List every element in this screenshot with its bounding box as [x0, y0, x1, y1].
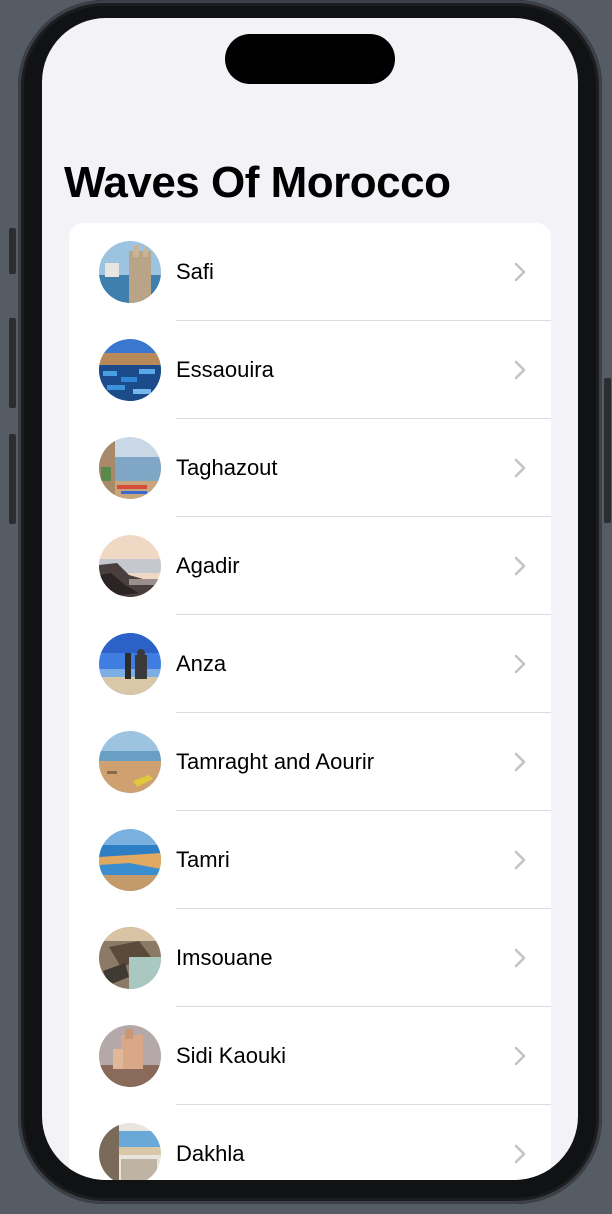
- spot-thumbnail: [99, 927, 161, 989]
- page-title: Waves Of Morocco: [64, 158, 451, 207]
- spot-thumbnail: [99, 1025, 161, 1087]
- spot-thumbnail: [99, 1123, 161, 1180]
- spot-name: Sidi Kaouki: [176, 1043, 287, 1068]
- spot-thumbnail: [99, 437, 161, 499]
- spot-name: Essaouira: [176, 357, 274, 382]
- spot-name: Taghazout: [176, 455, 278, 480]
- chevron-right-icon: [514, 948, 526, 968]
- chevron-right-icon: [514, 556, 526, 576]
- chevron-right-icon: [514, 360, 526, 380]
- list-item-essaouira[interactable]: Essaouira: [69, 321, 551, 419]
- list-item-agadir[interactable]: Agadir: [69, 517, 551, 615]
- list-item-safi[interactable]: Safi: [69, 223, 551, 321]
- list-item-tamraght-and-aourir[interactable]: Tamraght and Aourir: [69, 713, 551, 811]
- volume-up-button: [9, 318, 16, 408]
- list-item-dakhla[interactable]: Dakhla: [69, 1105, 551, 1180]
- spot-name: Tamraght and Aourir: [176, 749, 375, 774]
- volume-down-button: [9, 434, 16, 524]
- power-button: [604, 378, 611, 523]
- spot-thumbnail: [99, 535, 161, 597]
- chevron-right-icon: [514, 850, 526, 870]
- spot-name: Agadir: [176, 553, 240, 578]
- chevron-right-icon: [514, 458, 526, 478]
- spot-thumbnail: [99, 339, 161, 401]
- list-item-anza[interactable]: Anza: [69, 615, 551, 713]
- spot-name: Imsouane: [176, 945, 273, 970]
- spot-name: Tamri: [176, 847, 230, 872]
- chevron-right-icon: [514, 262, 526, 282]
- spot-name: Safi: [176, 259, 214, 284]
- spot-thumbnail: [99, 633, 161, 695]
- list-item-taghazout[interactable]: Taghazout: [69, 419, 551, 517]
- spots-list: Safi Essaouira Taghazout Agadir Anza Tam…: [69, 223, 551, 1180]
- spot-name: Anza: [176, 651, 227, 676]
- dynamic-island: [225, 34, 395, 84]
- spot-name: Dakhla: [176, 1141, 245, 1166]
- phone-frame: Waves Of Morocco Safi Essaouira Taghazou…: [18, 0, 602, 1204]
- chevron-right-icon: [514, 752, 526, 772]
- list-item-tamri[interactable]: Tamri: [69, 811, 551, 909]
- spot-thumbnail: [99, 241, 161, 303]
- app-screen: Waves Of Morocco Safi Essaouira Taghazou…: [42, 18, 578, 1180]
- chevron-right-icon: [514, 1046, 526, 1066]
- chevron-right-icon: [514, 1144, 526, 1164]
- action-button: [9, 228, 16, 274]
- chevron-right-icon: [514, 654, 526, 674]
- spot-thumbnail: [99, 829, 161, 891]
- list-item-imsouane[interactable]: Imsouane: [69, 909, 551, 1007]
- spot-thumbnail: [99, 731, 161, 793]
- list-item-sidi-kaouki[interactable]: Sidi Kaouki: [69, 1007, 551, 1105]
